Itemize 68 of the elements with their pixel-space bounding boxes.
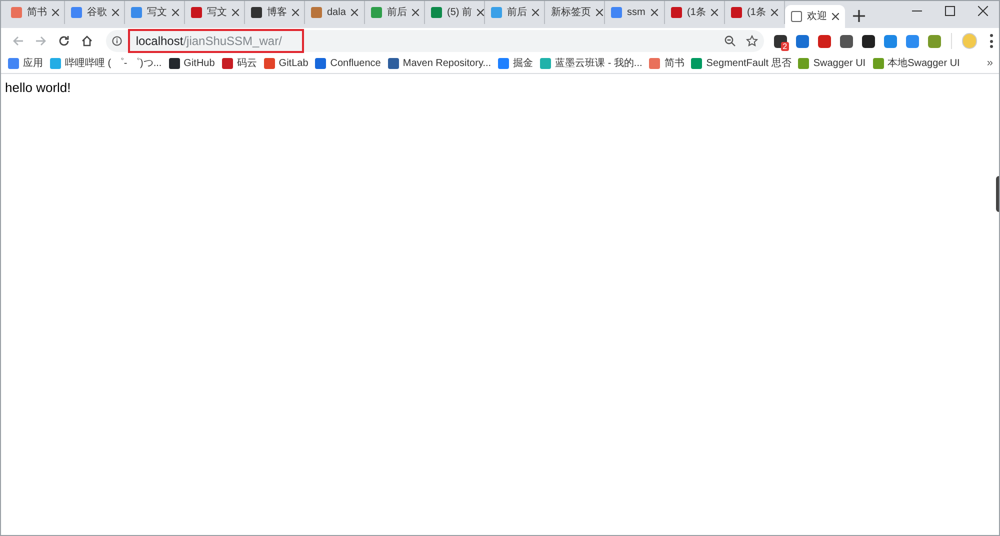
new-tab-icon[interactable] <box>852 9 866 23</box>
browser-tab[interactable]: 前后 <box>485 1 545 24</box>
bookmark-link[interactable]: 应用 <box>8 54 43 72</box>
browser-tab[interactable]: 前后 <box>365 1 425 24</box>
tab-close-icon[interactable] <box>172 9 179 16</box>
browser-tab[interactable]: 写文 <box>185 1 245 24</box>
bookmark-link[interactable]: 掘金 <box>498 54 534 72</box>
tab-title: 简书 <box>27 6 47 20</box>
browser-tab[interactable]: dala <box>305 1 365 24</box>
tab-title: 前后 <box>507 6 527 20</box>
browser-tab[interactable]: 欢迎 <box>785 5 845 28</box>
tab-title: ssm <box>627 6 646 20</box>
bookmark-link[interactable]: Maven Repository... <box>388 54 492 72</box>
tab-title: dala <box>327 6 346 20</box>
tab-title: (1条 <box>747 6 766 20</box>
bookmark-link[interactable]: 简书 <box>649 54 684 72</box>
bookmark-link[interactable]: GitLab <box>264 54 308 72</box>
page-text: hello world! <box>5 79 72 97</box>
extension-icon[interactable] <box>862 34 875 48</box>
browser-tab[interactable]: 写文 <box>125 1 185 24</box>
tab-title: 欢迎 <box>807 10 827 24</box>
menu-icon[interactable] <box>989 34 993 48</box>
tab-title: (1条 <box>687 6 706 20</box>
tab-close-icon[interactable] <box>711 9 718 16</box>
browser-tab[interactable]: 新标签页 <box>545 1 605 24</box>
tab-close-icon[interactable] <box>771 9 778 16</box>
notification-badge: 2 <box>780 42 790 50</box>
extension-icon[interactable] <box>840 34 853 48</box>
tab-close-icon[interactable] <box>596 9 603 16</box>
tab-close-icon[interactable] <box>532 9 539 16</box>
tab-close-icon[interactable] <box>412 9 419 16</box>
tab-title: 谷歌 <box>87 6 107 20</box>
bookmark-link[interactable]: 本地Swagger UI <box>872 54 960 72</box>
bookmark-link[interactable]: Confluence <box>315 54 381 72</box>
tab-close-icon[interactable] <box>651 9 658 16</box>
tab-title: 前后 <box>387 6 407 20</box>
tab-title: 写文 <box>207 6 227 20</box>
browser-tab[interactable]: (1条 <box>665 1 725 24</box>
scrollbar-thumb[interactable] <box>996 176 999 212</box>
browser-tab[interactable]: 博客 <box>245 1 305 24</box>
info-icon[interactable] <box>112 36 122 46</box>
tab-close-icon[interactable] <box>232 9 239 16</box>
tab-close-icon[interactable] <box>351 9 358 16</box>
tab-close-icon[interactable] <box>292 9 299 16</box>
tab-title: 新标签页 <box>551 6 591 20</box>
tab-title: (5) 前 <box>447 6 472 20</box>
browser-tab[interactable]: 简书 <box>5 1 65 24</box>
browser-tab[interactable]: 谷歌 <box>65 1 125 24</box>
star-icon[interactable] <box>746 35 758 47</box>
tab-close-icon[interactable] <box>832 13 839 20</box>
bookmark-link[interactable]: 蓝墨云班课 - 我的... <box>540 54 642 72</box>
bookmark-link[interactable]: 码云 <box>222 54 257 72</box>
more-bookmarks-button[interactable]: » <box>986 55 993 72</box>
bookmark-link[interactable]: GitHub <box>168 54 215 72</box>
url-text: localhost/jianShuSSM_war/ <box>136 33 282 50</box>
tab-title: 写文 <box>147 6 167 20</box>
zoom-icon[interactable] <box>724 35 736 47</box>
tab-title: 博客 <box>267 6 287 20</box>
browser-tab[interactable]: (1条 <box>725 1 785 24</box>
bookmark-link[interactable]: 哔哩哔哩 ( ゜- ゜)つ... <box>50 54 162 72</box>
address-bar[interactable]: localhost/jianShuSSM_war/ <box>106 30 764 52</box>
bookmark-link[interactable]: SegmentFault 思否 <box>691 54 792 72</box>
browser-tab[interactable]: (5) 前 <box>425 1 485 24</box>
bookmark-link[interactable]: Swagger UI <box>798 54 866 72</box>
tab-close-icon[interactable] <box>52 9 59 16</box>
tab-close-icon[interactable] <box>112 9 119 16</box>
tab-close-icon[interactable] <box>477 9 484 16</box>
browser-tab[interactable]: ssm <box>605 1 665 24</box>
